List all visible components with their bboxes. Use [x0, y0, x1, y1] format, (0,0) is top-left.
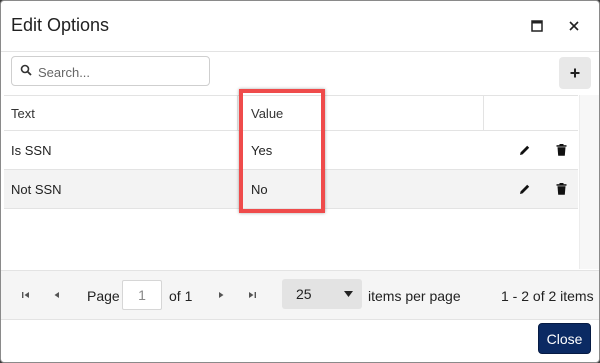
- delete-row-button[interactable]: [552, 180, 570, 198]
- last-page-button[interactable]: [244, 287, 260, 303]
- column-header-actions: [483, 96, 579, 130]
- search-icon: [20, 64, 32, 76]
- prev-page-icon: [54, 292, 59, 298]
- maximize-icon: [531, 20, 543, 32]
- cell-text: Not SSN: [11, 182, 62, 197]
- grid-scrollbar[interactable]: [579, 95, 599, 269]
- caret-down-icon: [344, 291, 353, 297]
- close-dialog-button[interactable]: [561, 13, 587, 39]
- close-icon: [569, 21, 579, 31]
- first-page-icon: [22, 292, 29, 298]
- edit-row-button[interactable]: [516, 180, 534, 198]
- page-number-input[interactable]: [122, 280, 162, 310]
- page-label: Page: [87, 288, 120, 304]
- search-box[interactable]: [11, 56, 210, 86]
- edit-options-dialog: Edit Options Search... Text Value Is SSN…: [0, 0, 600, 363]
- value-column-highlight: [239, 89, 325, 213]
- grid-toolbar: [1, 52, 599, 94]
- dialog-titlebar: Edit Options: [1, 1, 599, 52]
- page-size-select[interactable]: 25: [282, 279, 362, 309]
- column-header-label: Text: [11, 106, 35, 121]
- first-page-button[interactable]: [18, 287, 34, 303]
- search-input[interactable]: [36, 60, 208, 84]
- items-per-page-label: items per page: [368, 288, 461, 304]
- trash-icon: [556, 183, 566, 195]
- column-header-text[interactable]: Text: [4, 96, 236, 130]
- pencil-icon: [520, 184, 530, 194]
- trash-icon: [556, 144, 566, 156]
- grid-pager: Page of 1 25 items per page 1 - 2 of 2 i…: [1, 270, 599, 320]
- edit-row-button[interactable]: [516, 141, 534, 159]
- next-page-button[interactable]: [213, 287, 229, 303]
- pager-info: 1 - 2 of 2 items: [501, 288, 594, 304]
- add-option-button[interactable]: [559, 57, 591, 89]
- dialog-title: Edit Options: [11, 15, 110, 35]
- cell-text: Is SSN: [11, 143, 52, 158]
- last-page-icon: [249, 292, 256, 298]
- page-count-label: of 1: [169, 288, 193, 304]
- delete-row-button[interactable]: [552, 141, 570, 159]
- close-button[interactable]: Close: [538, 323, 591, 354]
- maximize-button[interactable]: [524, 13, 550, 39]
- plus-icon: [570, 68, 580, 78]
- pencil-icon: [520, 145, 530, 155]
- page-size-value: 25: [296, 286, 312, 302]
- next-page-icon: [219, 292, 224, 298]
- prev-page-button[interactable]: [49, 287, 65, 303]
